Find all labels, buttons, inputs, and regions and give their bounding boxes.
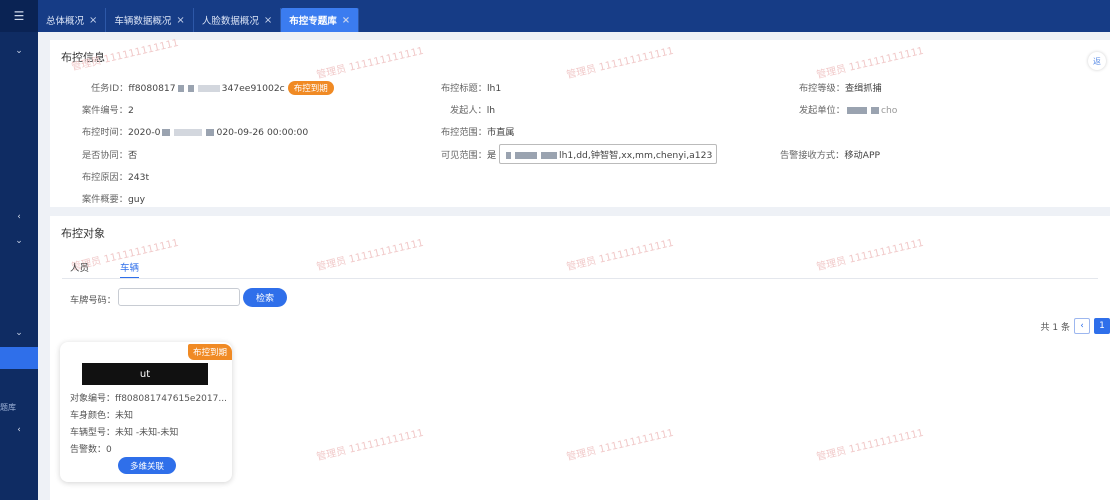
- chevron-left-icon[interactable]: ‹: [0, 208, 38, 226]
- field-label: 布控等级：: [799, 83, 845, 94]
- tab-label: 人脸数据概况: [201, 16, 259, 27]
- multi-dim-relate-button[interactable]: 多维关联: [118, 457, 176, 474]
- tab-person[interactable]: 人员: [70, 260, 89, 274]
- status-badge: 布控到期: [287, 81, 334, 95]
- task-id-field: 任务ID：ff8080817 347ee91002c 布控到期: [91, 80, 334, 95]
- panel-title: 布控对象: [61, 227, 105, 240]
- reason-field: 布控原因：243t: [82, 169, 149, 183]
- plate-label: 车牌号码：: [70, 295, 116, 306]
- vehicle-color: 车身颜色：未知: [70, 411, 134, 421]
- chevron-down-icon[interactable]: ⌄: [0, 324, 38, 342]
- watermark: 管理员 111111111111: [315, 427, 425, 464]
- tab-control-library[interactable]: 布控专题库 ×: [281, 8, 360, 32]
- field-label: 任务ID：: [91, 83, 129, 94]
- watermark: 管理员 111111111111: [565, 237, 675, 274]
- field-value: guy: [127, 194, 146, 205]
- field-value: lh: [486, 105, 496, 116]
- watermark: 管理员 111111111111: [565, 427, 675, 464]
- field-value: 347ee91002c: [221, 83, 285, 94]
- unit-field: 发起单位： cho: [799, 102, 897, 116]
- field-value: 2020-0: [127, 127, 161, 138]
- watermark: 管理员 111111111111: [815, 427, 925, 464]
- field-label: 布控范围：: [441, 127, 487, 138]
- watermark: 管理员 111111111111: [815, 45, 925, 82]
- field-label: 发起人：: [450, 105, 487, 116]
- close-icon[interactable]: ×: [176, 15, 184, 26]
- watermark: 管理员 111111111111: [315, 237, 425, 274]
- field-value: 是: [486, 150, 497, 161]
- sidebar-item-label[interactable]: 题库: [0, 402, 16, 413]
- field-value: ff8080817: [128, 83, 176, 94]
- summary-field: 案件概要：guy: [82, 191, 145, 205]
- visible-scope-list: lh1,dd,钟智智,xx,mm,chenyi,a123: [499, 144, 718, 164]
- vehicle-model: 车辆型号：未知 -未知-未知: [70, 428, 179, 438]
- plate-input[interactable]: [118, 288, 240, 306]
- tab-divider: [62, 278, 1098, 279]
- return-button[interactable]: 返: [1088, 52, 1106, 70]
- tab-vehicle[interactable]: 车辆: [120, 260, 140, 279]
- sidebar: ☰ ⌄ ‹ ⌄ ⌄ 题库 ‹: [0, 0, 38, 500]
- field-value: 市直属: [486, 127, 515, 138]
- tab-label: 车辆数据概况: [114, 16, 172, 27]
- object-no: 对象编号：ff808081747615e2017...: [70, 394, 227, 404]
- case-no-field: 案件编号：2: [82, 102, 134, 116]
- subject-field: 布控标题：lh1: [441, 80, 501, 94]
- field-value: cho: [880, 105, 898, 116]
- chevron-down-icon[interactable]: ⌄: [0, 232, 38, 250]
- visible-scope-field: 可见范围：是 lh1,dd,钟智智,xx,mm,chenyi,a123: [441, 144, 718, 164]
- scope-field: 布控范围：市直属: [441, 124, 515, 138]
- level-field: 布控等级：查缉抓捕: [799, 80, 882, 94]
- tab-bar: 总体概况 × 车辆数据概况 × 人脸数据概况 × 布控专题库 ×: [38, 0, 1110, 32]
- tab-face-overview[interactable]: 人脸数据概况 ×: [194, 8, 282, 32]
- alert-method-field: 告警接收方式：移动APP: [780, 147, 880, 161]
- field-value: 243t: [127, 172, 150, 183]
- close-icon[interactable]: ×: [342, 15, 350, 26]
- sidebar-item-active[interactable]: [0, 347, 38, 369]
- field-value: 否: [127, 150, 138, 161]
- field-value: 2: [127, 105, 134, 116]
- tab-vehicle-overview[interactable]: 车辆数据概况 ×: [106, 8, 194, 32]
- initiator-field: 发起人：lh: [450, 102, 495, 116]
- field-label: 布控原因：: [82, 172, 128, 183]
- field-value: lh1: [486, 83, 502, 94]
- search-button[interactable]: 检索: [243, 288, 287, 307]
- pager-prev-icon[interactable]: ‹: [1074, 318, 1090, 334]
- menu-toggle-icon[interactable]: ☰: [0, 0, 38, 32]
- control-objects-panel: 布控对象 管理员 111111111111 管理员 111111111111 管…: [50, 216, 1110, 500]
- field-value: 移动APP: [844, 150, 881, 161]
- chevron-left-icon[interactable]: ‹: [0, 421, 38, 439]
- field-label: 可见范围：: [441, 150, 487, 161]
- control-time-field: 布控时间：2020-0 020-09-26 00:00:00: [82, 124, 308, 138]
- field-value: 查缉抓捕: [844, 83, 882, 94]
- field-value: 020-09-26 00:00:00: [216, 127, 309, 138]
- alert-count: 告警数：0: [70, 445, 112, 455]
- pager-page[interactable]: 1: [1094, 318, 1110, 334]
- close-icon[interactable]: ×: [264, 15, 272, 26]
- close-icon[interactable]: ×: [89, 15, 97, 26]
- field-label: 案件编号：: [82, 105, 128, 116]
- tab-label: 总体概况: [46, 16, 85, 27]
- panel-title: 布控信息: [61, 51, 105, 64]
- tab-label: 布控专题库: [289, 16, 337, 27]
- tab-overview[interactable]: 总体概况 ×: [38, 8, 107, 32]
- plate-image: ut: [82, 363, 208, 385]
- pager-total: 共 1 条: [1040, 322, 1070, 333]
- field-label: 案件概要：: [82, 194, 128, 205]
- plate-text: ut: [139, 368, 151, 380]
- field-label: 是否协同：: [82, 150, 128, 161]
- control-info-panel: 布控信息 返 管理员 111111111111 管理员 111111111111…: [50, 38, 1110, 207]
- field-label: 布控时间：: [82, 127, 128, 138]
- watermark: 管理员 111111111111: [815, 237, 925, 274]
- chevron-down-icon[interactable]: ⌄: [0, 42, 38, 60]
- assist-field: 是否协同：否: [82, 147, 137, 161]
- field-label: 布控标题：: [441, 83, 487, 94]
- watermark: 管理员 111111111111: [315, 45, 425, 82]
- field-label: 发起单位：: [799, 105, 845, 116]
- field-label: 告警接收方式：: [780, 150, 845, 161]
- vehicle-card[interactable]: 布控到期 ut 对象编号：ff808081747615e2017... 车身颜色…: [60, 342, 232, 482]
- watermark: 管理员 111111111111: [565, 45, 675, 82]
- status-badge: 布控到期: [187, 344, 232, 360]
- pagination: 共 1 条 ‹ 1: [1041, 318, 1110, 334]
